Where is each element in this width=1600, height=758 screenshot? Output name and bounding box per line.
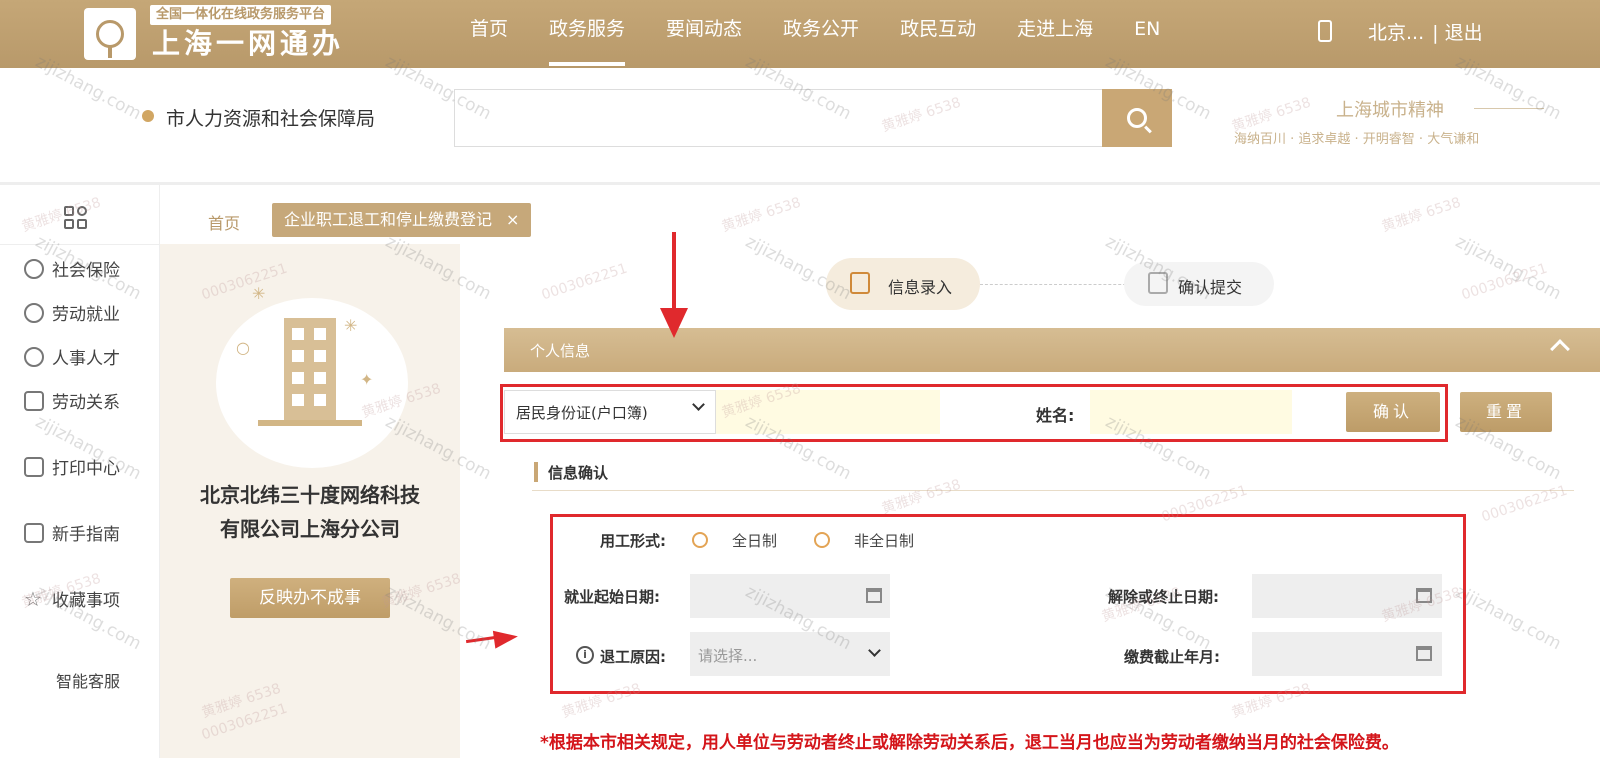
annotation-arrow-head — [660, 308, 688, 338]
reset-button[interactable]: 重置 — [1460, 392, 1552, 432]
highlight-box-info — [550, 514, 1466, 694]
sidebar-item-label: 新手指南 — [52, 525, 120, 545]
location-icon — [142, 110, 154, 122]
slogan-title: 上海城市精神 — [1336, 100, 1444, 121]
sidebar-item-label: 社会保险 — [52, 261, 120, 281]
slogan-divider — [1474, 108, 1544, 109]
search-icon — [1127, 108, 1147, 128]
nav-interaction[interactable]: 政民互动 — [900, 0, 976, 62]
info-confirm-title: 信息确认 — [548, 464, 609, 482]
guide-icon — [24, 522, 44, 543]
sidebar-item-personnel[interactable]: 人事人才 — [24, 344, 120, 369]
main-nav: 首页 政务服务 要闻动态 政务公开 政民互动 走进上海 EN — [470, 0, 1201, 66]
nav-news[interactable]: 要闻动态 — [666, 0, 742, 62]
sidebar-item-label: 打印中心 — [52, 459, 120, 479]
section-divider — [532, 490, 1574, 491]
section-accent-bar — [534, 462, 538, 482]
tab-label: 企业职工退工和停止缴费登记 — [284, 210, 493, 229]
sidebar-item-social-insurance[interactable]: 社会保险 — [24, 256, 120, 281]
sparkle-icon: ✦ — [360, 370, 374, 389]
page: 全国一体化在线政务服务平台 上海一网通办 首页 政务服务 要闻动态 政务公开 政… — [0, 0, 1600, 758]
section-title: 个人信息 — [530, 342, 591, 360]
tab-retirement-registration[interactable]: 企业职工退工和停止缴费登记 × — [272, 203, 532, 237]
slogan-subtitle: 海纳百川 · 追求卓越 · 开明睿智 · 大气谦和 — [1234, 132, 1480, 147]
nav-gov-open[interactable]: 政务公开 — [783, 0, 859, 62]
platform-tag: 全国一体化在线政务服务平台 — [150, 5, 332, 25]
user-name[interactable]: 北京... — [1368, 18, 1424, 45]
annotation-arrow-head — [492, 627, 520, 649]
nav-gov-services[interactable]: 政务服务 — [549, 0, 626, 66]
step2-label: 确认提交 — [1178, 278, 1243, 297]
breadcrumb-home[interactable]: 首页 — [208, 210, 240, 234]
star-icon: ☆ — [24, 586, 42, 611]
search-input[interactable] — [454, 89, 1104, 147]
sidebar-item-label: 劳动关系 — [52, 393, 120, 413]
sidebar-divider — [0, 244, 160, 245]
nav-english[interactable]: EN — [1134, 0, 1160, 62]
worker-icon — [24, 302, 44, 323]
edit-form-icon — [850, 272, 870, 294]
step-connector — [980, 284, 1136, 285]
site-title[interactable]: 上海一网通办 — [152, 27, 344, 61]
building-base — [258, 420, 362, 426]
sidebar-item-favorites[interactable]: ☆ 收藏事项 — [24, 586, 120, 612]
smart-service-link[interactable]: 智能客服 — [56, 668, 120, 692]
highlight-box-id-row — [500, 384, 1448, 442]
submit-doc-icon — [1148, 272, 1168, 294]
user-area: 北京... | 退出 — [1318, 0, 1483, 62]
site-logo-icon[interactable] — [84, 8, 136, 60]
building-icon — [284, 318, 336, 422]
sidebar-item-print-center[interactable]: 打印中心 — [24, 454, 120, 479]
sidebar-item-labor-relations[interactable]: 劳动关系 — [24, 388, 120, 413]
sidebar-item-label: 人事人才 — [52, 349, 120, 369]
sidebar-item-employment[interactable]: 劳动就业 — [24, 300, 120, 325]
people-icon — [24, 346, 44, 367]
apps-grid-icon[interactable] — [64, 206, 88, 230]
sparkle-icon: ✳ — [252, 284, 266, 303]
step1-label: 信息录入 — [888, 278, 953, 297]
company-name-line1: 北京北纬三十度网络科技 — [200, 483, 420, 507]
sidebar-item-label: 收藏事项 — [52, 591, 120, 611]
close-icon[interactable]: × — [506, 203, 519, 237]
sidebar-item-guide[interactable]: 新手指南 — [24, 520, 120, 545]
logout-link[interactable]: | 退出 — [1432, 18, 1482, 45]
org-name[interactable]: 市人力资源和社会保障局 — [166, 104, 375, 131]
shield-heart-icon — [24, 258, 44, 279]
sparkle-icon: ✳ — [344, 316, 358, 335]
search-button[interactable] — [1102, 89, 1172, 147]
nav-about-shanghai[interactable]: 走进上海 — [1017, 0, 1093, 62]
feedback-button[interactable]: 反映办不成事 — [230, 578, 390, 618]
mobile-icon[interactable] — [1318, 20, 1332, 42]
printer-icon — [24, 456, 44, 477]
company-name-line2: 有限公司上海分公司 — [220, 517, 400, 541]
policy-note: *根据本市相关规定，用人单位与劳动者终止或解除劳动关系后，退工当月也应当为劳动者… — [540, 733, 1399, 753]
company-name: 北京北纬三十度网络科技 有限公司上海分公司 — [176, 478, 444, 546]
circle-decoration-icon: ○ — [236, 338, 250, 357]
document-icon — [24, 390, 44, 411]
nav-home[interactable]: 首页 — [470, 0, 508, 62]
annotation-arrow-down — [672, 232, 676, 316]
sidebar-item-label: 劳动就业 — [52, 305, 120, 325]
